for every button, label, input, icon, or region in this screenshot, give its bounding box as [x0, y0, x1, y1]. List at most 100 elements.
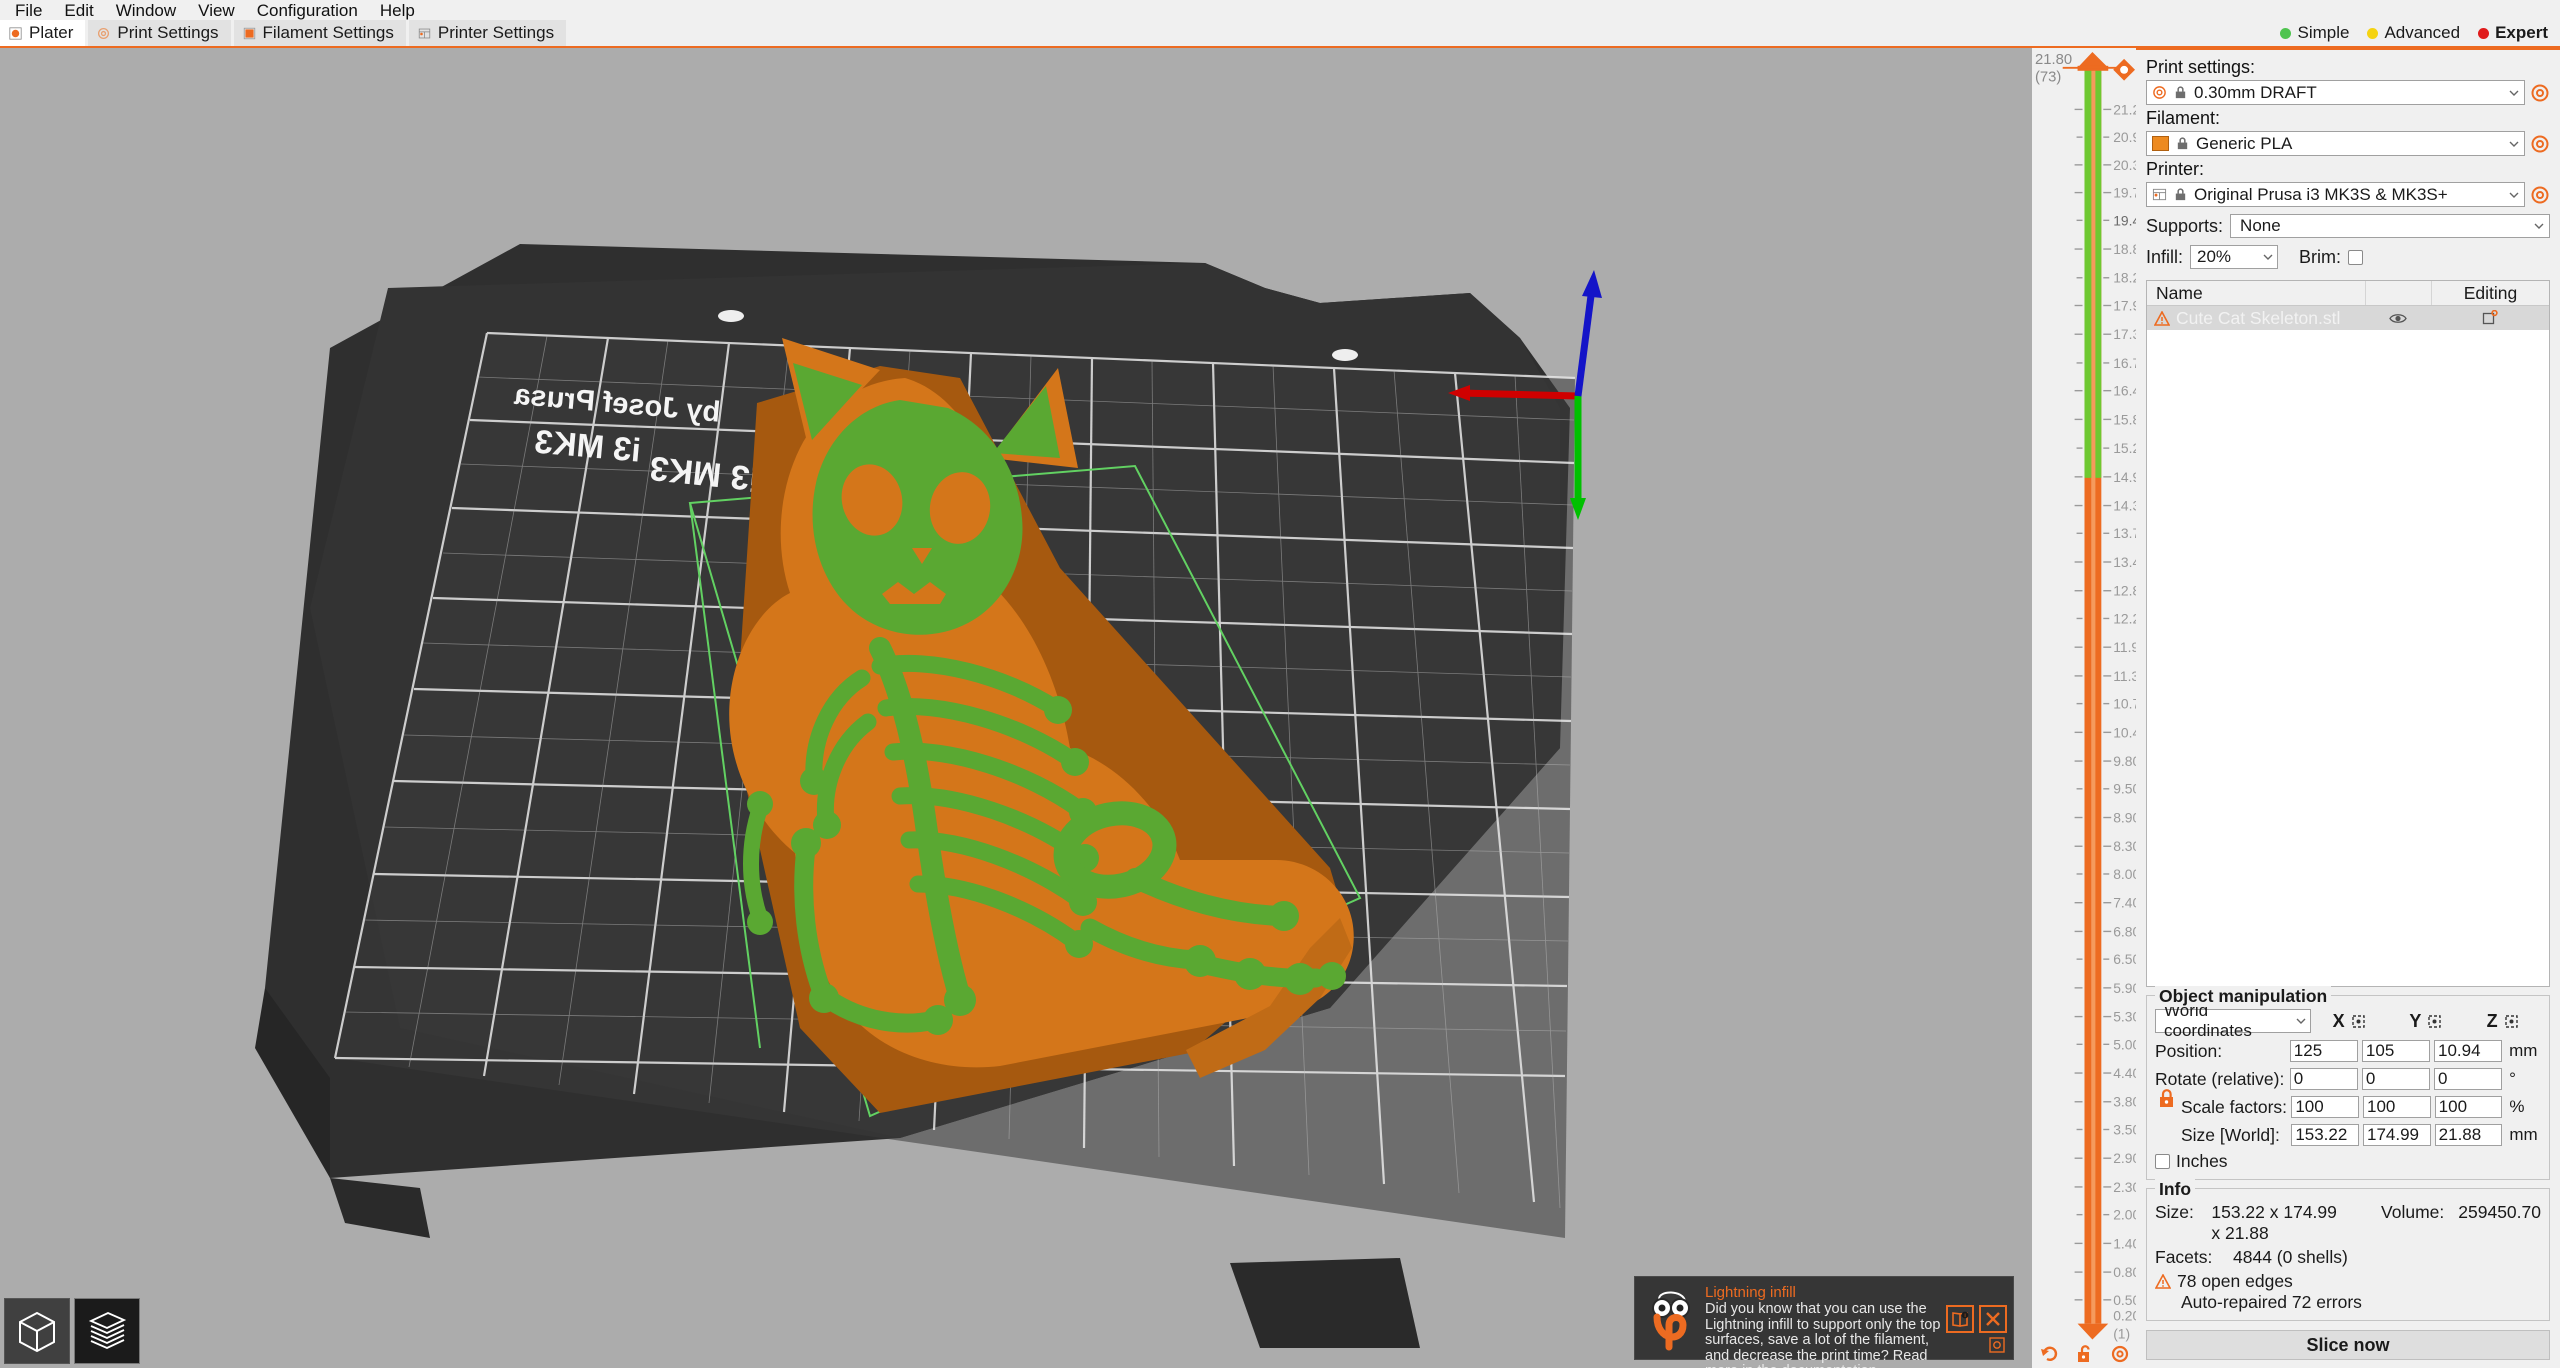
table-row[interactable]: Cute Cat Skeleton.stl [2147, 306, 2549, 330]
tab-plater[interactable]: Plater [0, 20, 85, 46]
infill-combo[interactable]: 20% [2190, 245, 2278, 269]
menu-item-file[interactable]: File [4, 0, 53, 22]
size-unit: mm [2506, 1125, 2541, 1145]
position-unit: mm [2506, 1041, 2541, 1061]
svg-text:2.00: 2.00 [2113, 1207, 2136, 1223]
tab-print-settings-label: Print Settings [117, 23, 218, 43]
svg-text:15.20: 15.20 [2113, 440, 2136, 456]
supports-combo[interactable]: None [2230, 214, 2550, 238]
object-editing-cell[interactable] [2431, 310, 2549, 326]
svg-text:13.40: 13.40 [2113, 554, 2136, 570]
brim-checkbox[interactable] [2348, 250, 2363, 265]
scale-y-input[interactable]: 100 [2363, 1096, 2431, 1118]
unlock-icon[interactable] [2075, 1344, 2095, 1364]
position-row: Position: 125 105 10.94 mm [2155, 1038, 2541, 1064]
svg-text:20.30: 20.30 [2113, 157, 2136, 173]
tab-print-settings[interactable]: Print Settings [88, 20, 230, 46]
mode-advanced[interactable]: Advanced [2367, 23, 2460, 43]
print-settings-edit-button[interactable] [2530, 83, 2550, 103]
layer-slider-tools [2033, 1344, 2137, 1364]
menu-item-help[interactable]: Help [369, 0, 426, 22]
object-name-label: Cute Cat Skeleton.stl [2176, 308, 2340, 329]
position-z-input[interactable]: 10.94 [2434, 1040, 2502, 1062]
filament-row: Generic PLA [2146, 131, 2550, 156]
print-settings-combo[interactable]: 0.30mm DRAFT [2146, 80, 2525, 105]
info-panel: Info Size: 153.22 x 174.99 x 21.88 Volum… [2146, 1188, 2550, 1321]
rotate-unit: ° [2506, 1069, 2541, 1089]
x-axis [1460, 393, 1578, 396]
size-z-input[interactable]: 21.88 [2435, 1124, 2503, 1146]
filament-edit-button[interactable] [2530, 134, 2550, 154]
printer-edit-button[interactable] [2530, 185, 2550, 205]
info-volume-label: Volume: [2381, 1202, 2444, 1223]
axis-z-label: Z [2487, 1011, 2498, 1032]
mode-simple[interactable]: Simple [2280, 23, 2349, 43]
size-y-input[interactable]: 174.99 [2363, 1124, 2431, 1146]
slice-now-button[interactable]: Slice now [2146, 1330, 2550, 1360]
rotate-y-input[interactable]: 0 [2362, 1068, 2430, 1090]
menu-item-configuration[interactable]: Configuration [246, 0, 369, 22]
tab-filament-settings[interactable]: Filament Settings [234, 20, 406, 46]
object-name-cell[interactable]: Cute Cat Skeleton.stl [2147, 308, 2365, 329]
uniform-scale-lock-wrap [2157, 1088, 2177, 1116]
print-settings-value: 0.30mm DRAFT [2194, 83, 2502, 103]
documentation-icon: i [1951, 1310, 1969, 1328]
layer-slider[interactable]: 21.80 (73) [2032, 48, 2136, 1368]
svg-text:(73): (73) [2035, 70, 2061, 86]
svg-text:3.80: 3.80 [2113, 1094, 2136, 1110]
scale-x-input[interactable]: 100 [2291, 1096, 2359, 1118]
gear-icon[interactable] [2110, 1344, 2130, 1364]
position-y-input[interactable]: 105 [2362, 1040, 2430, 1062]
notification-documentation-button[interactable]: i [1946, 1305, 1974, 1333]
axis-y-label: Y [2409, 1011, 2421, 1032]
notification-buttons: i [1946, 1283, 2007, 1333]
tab-bar: Plater Print Settings Filament Settings [0, 22, 2560, 48]
object-visibility-cell[interactable] [2365, 312, 2431, 325]
print-settings-label: Print settings: [2146, 57, 2550, 78]
position-x-input[interactable]: 125 [2290, 1040, 2358, 1062]
uniform-scale-lock-icon[interactable] [2157, 1088, 2177, 1110]
svg-text:18.80: 18.80 [2113, 241, 2136, 257]
svg-text:19.70: 19.70 [2113, 185, 2136, 201]
reset-x-icon[interactable] [2351, 1014, 2366, 1029]
right-sidebar: Print settings: 0.30mm DRAFT [2136, 48, 2560, 1368]
3d-viewport[interactable]: i3 MK3 i3 MK3 by Josef Prusa [0, 48, 2032, 1368]
size-x-input[interactable]: 153.22 [2291, 1124, 2359, 1146]
notification-title: Lightning infill [1705, 1285, 1942, 1301]
view-preview-button[interactable] [74, 1298, 140, 1364]
svg-text:12.20: 12.20 [2113, 610, 2136, 626]
cube-icon [14, 1308, 60, 1354]
printer-icon [2152, 187, 2167, 202]
mode-expert[interactable]: Expert [2478, 23, 2548, 43]
object-list-empty-space [2147, 330, 2549, 986]
view-3d-editor-button[interactable] [4, 1298, 70, 1364]
tab-printer-settings-label: Printer Settings [438, 23, 554, 43]
filament-combo[interactable]: Generic PLA [2146, 131, 2525, 156]
reset-y-icon[interactable] [2427, 1014, 2442, 1029]
menu-item-edit[interactable]: Edit [53, 0, 104, 22]
reset-z-icon[interactable] [2504, 1014, 2519, 1029]
notification-popup[interactable]: Lightning infill Did you know that you c… [1634, 1276, 2014, 1360]
coordinate-system-combo[interactable]: World coordinates [2155, 1009, 2311, 1033]
notification-close-button[interactable] [1979, 1305, 2007, 1333]
scale-z-input[interactable]: 100 [2435, 1096, 2503, 1118]
undo-icon[interactable] [2040, 1344, 2060, 1364]
svg-text:1.40: 1.40 [2113, 1235, 2136, 1251]
menu-bar: File Edit Window View Configuration Help [0, 0, 2560, 22]
menu-item-view[interactable]: View [187, 0, 246, 22]
axis-header-z: Z [2464, 1011, 2541, 1032]
prusaslicer-window: File Edit Window View Configuration Help… [0, 0, 2560, 1368]
rotate-z-input[interactable]: 0 [2434, 1068, 2502, 1090]
printer-combo[interactable]: Original Prusa i3 MK3S & MK3S+ [2146, 182, 2525, 207]
info-facets-label: Facets: [2155, 1247, 2233, 1268]
svg-text:0.80: 0.80 [2113, 1264, 2136, 1280]
object-list[interactable]: Name Editing Cute Cat Skeleton.stl [2146, 280, 2550, 987]
menu-item-window[interactable]: Window [105, 0, 187, 22]
chevron-down-icon [2508, 138, 2520, 150]
tab-printer-settings[interactable]: Printer Settings [409, 20, 566, 46]
rotate-x-input[interactable]: 0 [2290, 1068, 2358, 1090]
axis-header-x: X [2311, 1011, 2388, 1032]
inches-checkbox[interactable] [2155, 1154, 2170, 1169]
svg-text:4.40: 4.40 [2113, 1065, 2136, 1081]
notification-settings-icon[interactable] [1989, 1337, 2005, 1353]
